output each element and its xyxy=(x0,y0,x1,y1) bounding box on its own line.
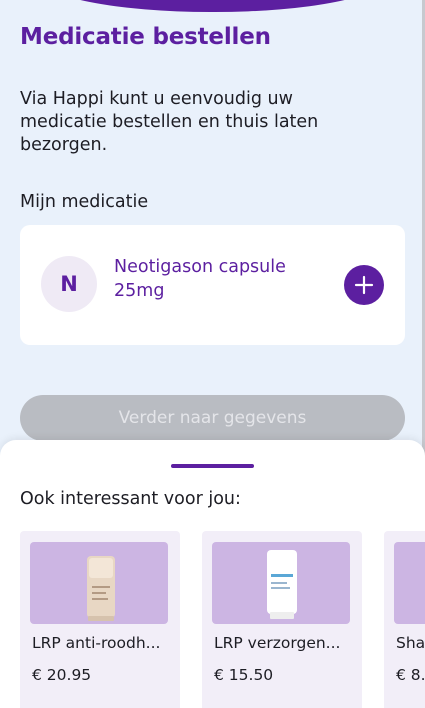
my-medication-label: Mijn medicatie xyxy=(20,192,149,212)
product-price: € 15.50 xyxy=(214,666,274,684)
product-card[interactable]: LRP anti-roodh... € 20.95 xyxy=(20,531,180,708)
medication-name: Neotigason capsule 25mg xyxy=(114,257,286,301)
white-cream-tube-icon xyxy=(267,550,297,619)
intro-text: Via Happi kunt u eenvoudig uw medicatie … xyxy=(20,89,319,155)
product-image xyxy=(30,542,168,624)
product-price: € 20.95 xyxy=(32,666,92,684)
add-medication-button[interactable] xyxy=(344,265,384,305)
top-arc-decoration xyxy=(40,0,385,12)
plus-icon xyxy=(354,275,374,295)
product-image xyxy=(394,542,425,624)
product-card[interactable]: Sha... € 8... xyxy=(384,531,425,708)
medication-avatar: N xyxy=(41,256,97,312)
tinted-cream-tube-icon xyxy=(87,556,115,621)
continue-button[interactable]: Verder naar gegevens xyxy=(20,395,405,441)
page-title: Medicatie bestellen xyxy=(20,24,271,50)
recommendations-sheet: Ook interessant voor jou: LRP anti-roodh… xyxy=(0,440,425,708)
product-price: € 8... xyxy=(396,666,425,684)
product-name: LRP anti-roodh... xyxy=(32,634,161,652)
recommendations-title: Ook interessant voor jou: xyxy=(20,489,241,509)
product-name: Sha... xyxy=(396,634,425,652)
product-name: LRP verzorgen... xyxy=(214,634,341,652)
sheet-drag-handle[interactable] xyxy=(171,464,254,468)
product-card[interactable]: LRP verzorgen... € 15.50 xyxy=(202,531,362,708)
product-image xyxy=(212,542,350,624)
medication-card[interactable]: N Neotigason capsule 25mg xyxy=(20,225,405,345)
